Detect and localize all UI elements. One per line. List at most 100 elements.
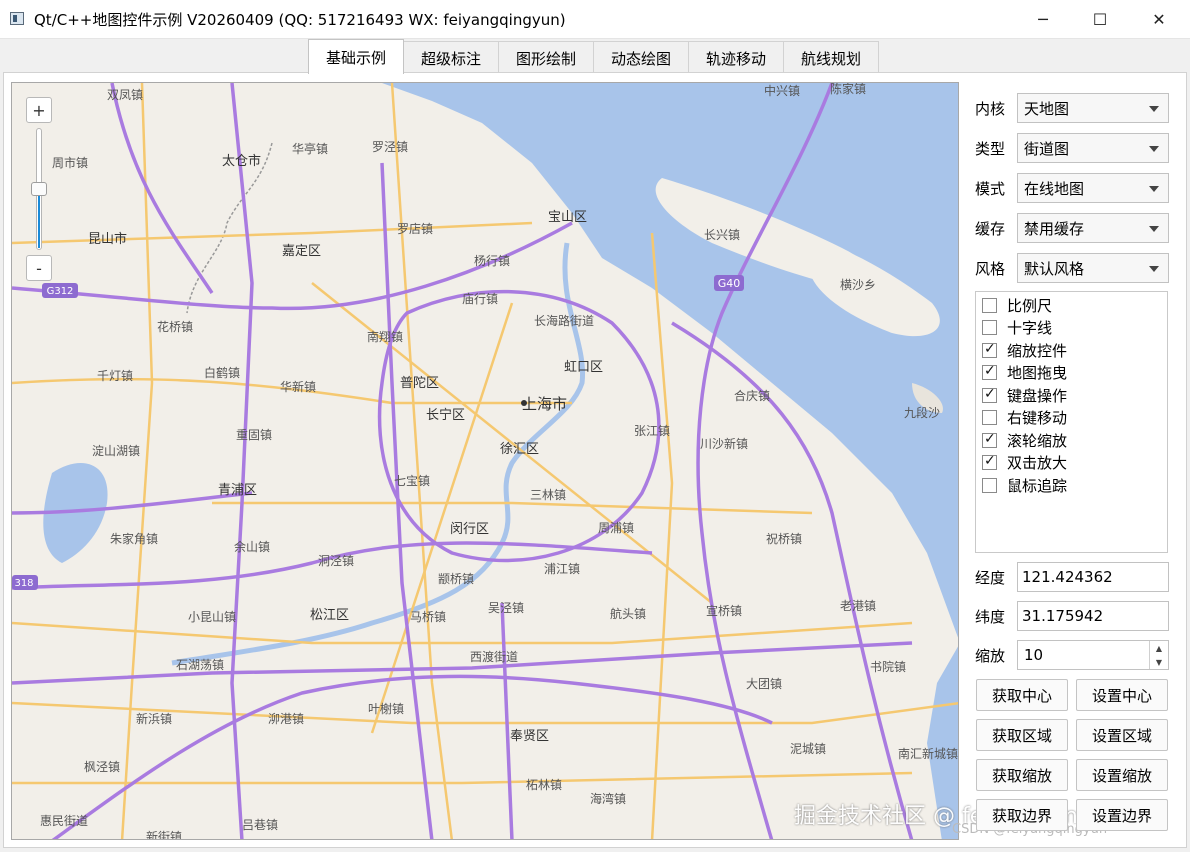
label-taicang: 太仓市 [222, 153, 261, 169]
lat-row: 纬度 31.175942 [975, 601, 1169, 631]
checkbox[interactable] [982, 409, 997, 425]
kernel-row: 内核 天地图 [975, 93, 1169, 123]
set-bounds-button[interactable]: 设置边界 [1076, 799, 1168, 831]
kernel-select[interactable]: 天地图 [1017, 93, 1169, 123]
label-zhangjiang: 张江镇 [634, 424, 670, 438]
get-bounds-button[interactable]: 获取边界 [976, 799, 1068, 831]
set-center-button[interactable]: 设置中心 [1076, 679, 1168, 711]
label-changxinglu: 长海路街道 [534, 313, 594, 328]
spin-buttons: ▲ ▼ [1149, 641, 1168, 669]
checkbox[interactable] [982, 453, 997, 470]
get-area-button[interactable]: 获取区域 [976, 719, 1068, 751]
checkbox[interactable] [982, 297, 997, 313]
spin-down-icon[interactable]: ▼ [1150, 655, 1168, 669]
style-select[interactable]: 默认风格 [1017, 253, 1169, 283]
check-zoom-control[interactable]: 缩放控件 [982, 339, 1067, 361]
spin-up-icon[interactable]: ▲ [1150, 641, 1168, 655]
lat-input[interactable]: 31.175942 [1017, 601, 1169, 631]
maximize-button[interactable]: ☐ [1077, 0, 1123, 38]
label-jiuduan: 九段沙 [904, 405, 940, 420]
check-scale[interactable]: 比例尺 [982, 294, 1052, 316]
label-yushan: 余山镇 [234, 539, 270, 554]
check-crosshair[interactable]: 十字线 [982, 316, 1052, 338]
lng-input[interactable]: 121.424362 [1017, 562, 1169, 592]
chevron-down-icon [1149, 186, 1159, 192]
set-area-button[interactable]: 设置区域 [1076, 719, 1168, 751]
cache-select[interactable]: 禁用缓存 [1017, 213, 1169, 243]
get-zoom-button[interactable]: 获取缩放 [976, 759, 1068, 791]
label-xinjie: 新街镇 [146, 829, 182, 840]
label-heqing: 合庆镇 [734, 388, 770, 403]
label-changxing: 长兴镇 [704, 228, 740, 242]
label-chuansha: 川沙新镇 [700, 436, 748, 451]
label-kunshan: 昆山市 [88, 231, 127, 247]
mode-label: 模式 [975, 179, 1006, 198]
check-wheel-zoom[interactable]: 滚轮缩放 [982, 429, 1067, 451]
checkbox[interactable] [982, 477, 997, 493]
checkbox[interactable] [982, 431, 997, 448]
label-shihudang: 石湖荡镇 [176, 657, 224, 672]
tab-track-move[interactable]: 轨迹移动 [688, 41, 784, 74]
checkbox[interactable] [982, 363, 997, 380]
mode-row: 模式 在线地图 [975, 173, 1169, 203]
tab-super-marker[interactable]: 超级标注 [403, 41, 499, 74]
type-select[interactable]: 街道图 [1017, 133, 1169, 163]
label-laogang: 老港镇 [840, 599, 876, 613]
cache-value: 禁用缓存 [1024, 219, 1085, 238]
control-panel: 内核 天地图 类型 街道图 模式 在线地图 缓存 禁用缓存 风格 默认风格 比例… [965, 82, 1179, 842]
zoom-in-button[interactable]: + [26, 97, 52, 123]
set-zoom-button[interactable]: 设置缩放 [1076, 759, 1168, 791]
check-right-move[interactable]: 右键移动 [982, 406, 1067, 428]
check-label: 十字线 [1007, 318, 1053, 337]
shield-g40: G40 [718, 277, 741, 290]
kernel-label: 内核 [975, 99, 1006, 118]
label-miaohang: 庙行镇 [462, 292, 498, 306]
label-nanxiang: 南翔镇 [367, 329, 403, 344]
tab-basic[interactable]: 基础示例 [308, 39, 404, 74]
check-keyboard[interactable]: 键盘操作 [982, 384, 1067, 406]
app-icon [10, 12, 24, 25]
check-dblclick-zoom[interactable]: 双击放大 [982, 451, 1067, 473]
style-label: 风格 [975, 259, 1006, 278]
map-view[interactable]: 上海市 嘉定区 宝山区 普陀区 长宁区 徐汇区 虹口区 闵行区 松江区 青浦区 … [11, 82, 959, 840]
label-zhongxing: 中兴镇 [764, 83, 800, 98]
label-zhuqiao: 祝桥镇 [766, 532, 802, 546]
check-label: 双击放大 [1007, 453, 1068, 472]
label-fengxian: 奉贤区 [510, 729, 549, 744]
chevron-down-icon [1149, 266, 1159, 272]
mode-select[interactable]: 在线地图 [1017, 173, 1169, 203]
label-baihe: 白鹤镇 [204, 365, 240, 380]
label-fengjing: 枫泾镇 [84, 759, 120, 774]
checkbox[interactable] [982, 341, 997, 358]
check-map-drag[interactable]: 地图拖曳 [982, 361, 1067, 383]
checkbox[interactable] [982, 319, 997, 335]
close-button[interactable]: ✕ [1136, 0, 1182, 38]
kernel-value: 天地图 [1024, 99, 1070, 118]
label-shanghai: 上海市 [522, 395, 567, 413]
style-row: 风格 默认风格 [975, 253, 1169, 283]
label-maogang: 泖港镇 [268, 712, 304, 726]
zoom-spinbox[interactable]: 10 ▲ ▼ [1017, 640, 1169, 670]
label-shuangfeng: 双凤镇 [107, 88, 143, 102]
checkbox[interactable] [982, 386, 997, 403]
label-jiading: 嘉定区 [282, 244, 321, 259]
zoom-slider-handle[interactable] [31, 182, 47, 196]
options-list: 比例尺 十字线 缩放控件 地图拖曳 键盘操作 右键移动 滚轮缩放 双击放大 鼠标… [975, 291, 1168, 553]
zoom-label: 缩放 [975, 646, 1006, 665]
label-wujing: 吴泾镇 [488, 601, 524, 615]
lat-label: 纬度 [975, 607, 1006, 626]
label-yanghang: 杨行镇 [474, 253, 510, 268]
get-center-button[interactable]: 获取中心 [976, 679, 1068, 711]
check-mouse-track[interactable]: 鼠标追踪 [982, 474, 1067, 496]
label-huaxin: 华新镇 [280, 379, 316, 394]
tab-shape-draw[interactable]: 图形绘制 [498, 41, 594, 74]
label-chenjia: 陈家镇 [830, 83, 866, 96]
label-zhoushi: 周市镇 [52, 155, 88, 170]
tab-dynamic-draw[interactable]: 动态绘图 [593, 41, 689, 74]
minimize-button[interactable]: ─ [1020, 0, 1066, 38]
label-nihui: 泥城镇 [790, 742, 826, 756]
zoom-out-button[interactable]: - [26, 255, 52, 281]
tab-route-plan[interactable]: 航线规划 [783, 41, 879, 74]
label-xinbin: 新浜镇 [136, 711, 172, 726]
label-zhoupu: 周浦镇 [598, 521, 634, 535]
